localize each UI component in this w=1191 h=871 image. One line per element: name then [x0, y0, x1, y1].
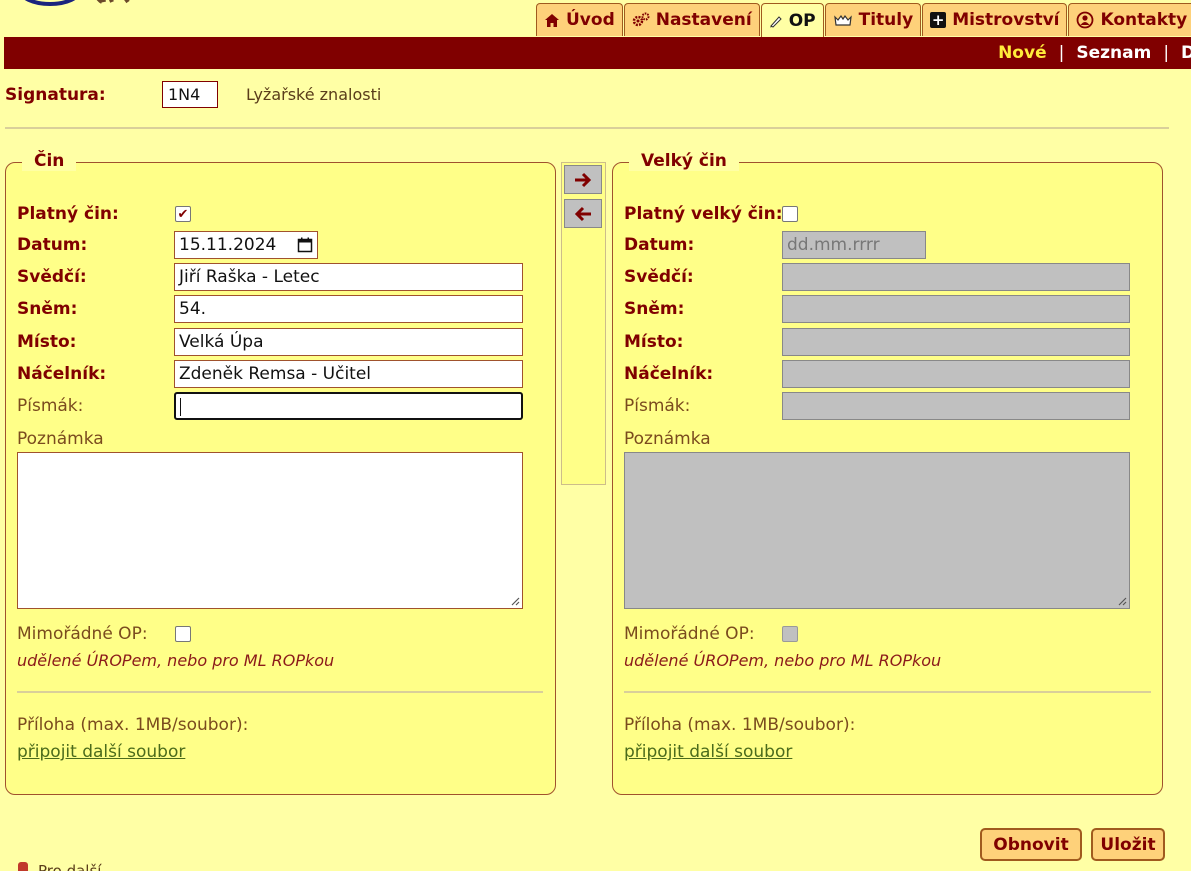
mimoradne-label: Mimořádné OP:: [17, 624, 148, 644]
tab-mistrovstvi[interactable]: + Mistrovství: [922, 3, 1068, 36]
footer-hint: Pro další …: [18, 862, 121, 871]
copy-right-button[interactable]: [564, 165, 602, 194]
velky-mimoradne-note: udělené ÚROPem, nebo pro ML ROPkou: [624, 651, 942, 670]
signatura-description: Lyžařské znalosti: [246, 85, 382, 104]
main-nav: Úvod Nastavení OP Tituly + Mistrovství K…: [536, 3, 1191, 37]
pismak-input[interactable]: [174, 392, 523, 420]
subnav-seznam[interactable]: Seznam: [1076, 43, 1151, 63]
svedci-label: Svědčí:: [17, 267, 87, 287]
subnav: Nové | Seznam | Dl: [998, 37, 1191, 69]
misto-label: Místo:: [17, 332, 77, 352]
tab-op[interactable]: OP: [760, 3, 824, 37]
obnovit-button[interactable]: Obnovit: [980, 828, 1082, 861]
tab-label: Tituly: [858, 10, 914, 30]
velky-svedci-label: Svědčí:: [624, 267, 694, 287]
svedci-input[interactable]: Jiří Raška - Letec: [174, 263, 523, 291]
warning-icon: [18, 862, 28, 871]
tab-label: Kontakty: [1100, 10, 1188, 30]
mimoradne-checkbox[interactable]: [175, 626, 191, 642]
home-icon: [544, 13, 560, 28]
nacelnik-input[interactable]: Zdeněk Remsa - Učitel: [174, 360, 523, 388]
tab-tituly[interactable]: Tituly: [824, 3, 922, 36]
datum-label: Datum:: [17, 235, 88, 255]
signatura-label: Signatura:: [5, 85, 106, 105]
velky-mimoradne-label: Mimořádné OP:: [624, 624, 755, 644]
platny-cin-label: Platný čin:: [17, 204, 119, 224]
pen-icon: [769, 14, 783, 28]
velky-mimoradne-checkbox[interactable]: [782, 626, 798, 642]
checkmark-icon: ✔: [177, 206, 189, 222]
platny-cin-checkbox[interactable]: ✔: [175, 206, 191, 222]
signatura-input[interactable]: 1N4: [162, 81, 218, 108]
velky-misto-label: Místo:: [624, 332, 684, 352]
velky-snem-label: Sněm:: [624, 299, 685, 319]
subnav-nove[interactable]: Nové: [998, 43, 1047, 63]
arrow-left-icon: [574, 206, 591, 221]
resize-grip-icon[interactable]: [1117, 596, 1127, 606]
velky-priloha-label: Příloha (max. 1MB/soubor):: [624, 715, 856, 735]
text-caret: [180, 398, 181, 416]
subnav-separator: |: [1163, 43, 1170, 63]
cin-legend: Čin: [22, 151, 77, 171]
user-circle-icon: [1076, 11, 1094, 29]
velky-pismak-label: Písmák:: [624, 396, 691, 416]
poznamka-textarea[interactable]: [17, 452, 523, 609]
tab-label: Úvod: [566, 10, 615, 30]
tab-label: Mistrovství: [952, 10, 1060, 30]
velky-pismak-input[interactable]: [782, 392, 1130, 420]
pripojit-soubor-link[interactable]: připojit další soubor: [17, 742, 185, 762]
divider: [5, 127, 1169, 129]
divider: [17, 691, 543, 693]
velky-misto-input[interactable]: [782, 328, 1130, 356]
tab-label: OP: [788, 10, 816, 31]
velky-nacelnik-label: Náčelník:: [624, 364, 714, 384]
nacelnik-label: Náčelník:: [17, 364, 107, 384]
poznamka-label: Poznámka: [17, 429, 104, 449]
velky-datum-label: Datum:: [624, 235, 695, 255]
velky-cin-legend: Velký čin: [629, 151, 739, 171]
plus-box-icon: +: [930, 11, 947, 29]
copy-left-button[interactable]: [564, 199, 602, 228]
misto-input[interactable]: Velká Úpa: [174, 328, 523, 356]
subnav-dl[interactable]: Dl: [1181, 43, 1191, 63]
tab-label: Nastavení: [655, 10, 752, 30]
velky-nacelnik-input[interactable]: [782, 360, 1130, 388]
resize-grip-icon[interactable]: [510, 596, 520, 606]
velky-snem-input[interactable]: [782, 295, 1130, 323]
snem-input[interactable]: 54.: [174, 295, 523, 323]
arrow-right-icon: [575, 172, 592, 187]
pismak-label: Písmák:: [17, 396, 84, 416]
subnav-separator: |: [1058, 43, 1065, 63]
site-logo: [10, 0, 130, 16]
snem-label: Sněm:: [17, 299, 78, 319]
platny-velky-cin-checkbox[interactable]: [782, 206, 798, 222]
velky-pripojit-soubor-link[interactable]: připojit další soubor: [624, 742, 792, 762]
gears-icon: [632, 12, 650, 28]
mimoradne-note: udělené ÚROPem, nebo pro ML ROPkou: [17, 651, 335, 670]
priloha-label: Příloha (max. 1MB/soubor):: [17, 715, 249, 735]
velky-poznamka-textarea[interactable]: [624, 452, 1130, 609]
datum-input[interactable]: 15.11.2024: [174, 231, 318, 259]
crown-icon: [833, 13, 853, 27]
tab-nastaveni[interactable]: Nastavení: [623, 3, 760, 36]
velky-svedci-input[interactable]: [782, 263, 1130, 291]
platny-velky-cin-label: Platný velký čin:: [624, 204, 783, 224]
velky-poznamka-label: Poznámka: [624, 429, 711, 449]
tab-kontakty[interactable]: Kontakty: [1068, 3, 1191, 36]
velky-datum-input[interactable]: dd.mm.rrrr: [782, 231, 926, 259]
calendar-icon[interactable]: [297, 237, 313, 258]
tab-uvod[interactable]: Úvod: [536, 3, 623, 36]
datum-value: 15.11.2024: [179, 235, 277, 255]
divider: [624, 691, 1151, 693]
ulozit-button[interactable]: Uložit: [1091, 828, 1165, 861]
